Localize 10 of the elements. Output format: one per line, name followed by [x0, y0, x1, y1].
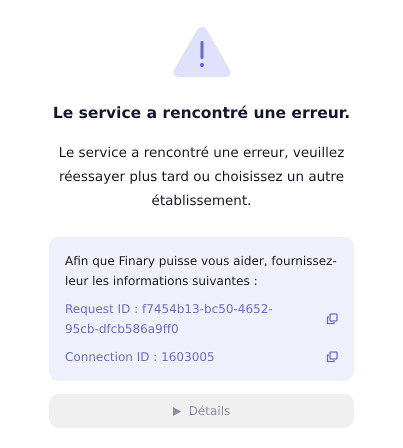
- details-button[interactable]: Détails: [49, 394, 354, 428]
- error-title: Le service a rencontré une erreur.: [52, 103, 352, 124]
- id-text: Request ID : f7454b13-bc50-4652-95cb-dfcb586a9ff0: [65, 301, 274, 338]
- help-text: Afin que Finary puisse vous aider, fournissez-leur les informations suivantes :: [65, 253, 338, 290]
- copy-icon[interactable]: [326, 313, 338, 326]
- caret-icon: [172, 406, 181, 416]
- copy-icon[interactable]: [326, 351, 338, 364]
- warning-icon: [172, 26, 232, 78]
- error-message: Le service a rencontré une erreur, veuillez réessayer plus tard ou choisissez un autre établissement.: [58, 144, 346, 212]
- id-text: Connection ID : 1603005: [65, 349, 215, 366]
